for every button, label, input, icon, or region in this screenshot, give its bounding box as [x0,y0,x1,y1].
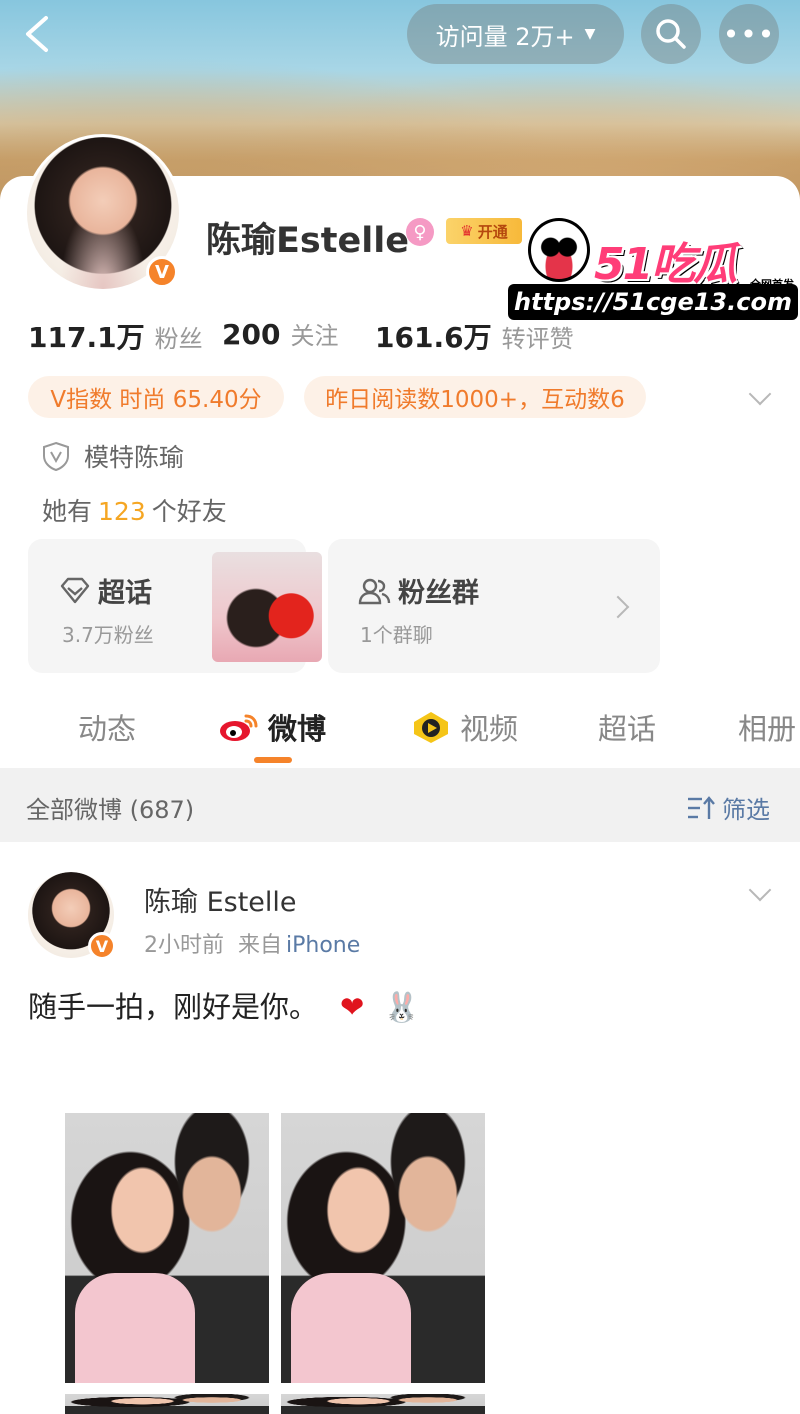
read-stats-pill[interactable]: 昨日阅读数1000+，互动数6 [304,376,646,418]
chevron-right-icon [606,595,630,619]
super-topic-title: 超话 [58,571,152,610]
super-topic-thumbnail [212,552,322,662]
filter-label: 筛选 [722,796,770,824]
stat-label: 关注 [290,322,339,350]
female-icon: ♀ [406,218,434,246]
active-tab-indicator [254,757,292,763]
fan-group-title: 粉丝群 [358,571,479,610]
filter-button[interactable]: 筛选 [686,790,770,825]
visits-label: 访问量 2万+ [435,22,575,51]
all-weibo-label[interactable]: 全部微博 (687) [26,790,194,825]
post-photo-4[interactable] [281,1394,485,1414]
verified-badge-icon: V [146,256,178,288]
filter-icon [688,795,715,819]
stat-followers[interactable]: 117.1万 粉丝 [28,316,203,356]
friends-suffix: 个好友 [151,497,227,526]
super-topic-tile[interactable]: 超话 3.7万粉丝 [28,539,322,673]
stat-number: 117.1万 [28,321,145,354]
v-index-pill[interactable]: V指数 时尚 65.40分 [28,376,284,418]
stat-label: 粉丝 [154,325,203,353]
fan-group-sub: 1个群聊 [360,623,433,647]
tab-super-topic[interactable]: 超话 [598,706,656,748]
group-icon [358,578,391,604]
tab-video[interactable]: 视频 [410,706,518,748]
stat-following[interactable]: 200 关注 [222,316,338,351]
back-button[interactable] [18,12,58,56]
watermark: 51吃瓜 全网首发 https://51cge13.com [506,218,798,324]
crown-icon: ♛ [460,222,474,240]
post-text-content: 随手一拍，刚好是你。 [28,990,319,1024]
certification-text: 模特陈瑜 [84,443,185,472]
profile-name: 陈瑜Estelle [206,221,409,261]
search-button[interactable] [641,4,701,64]
tab-album[interactable]: 相册 [738,706,796,748]
super-topic-sub: 3.7万粉丝 [62,623,154,647]
post-photo-2[interactable] [281,1113,485,1383]
video-logo-icon [414,712,448,743]
watermark-url: https://51cge13.com [508,284,798,320]
rabbit-icon: 🐰 [383,990,420,1024]
post-photo-3[interactable] [65,1394,269,1414]
search-icon [656,19,686,49]
tab-weibo[interactable]: 微博 [218,706,326,748]
diamond-icon [60,577,90,603]
caret-down-icon: ▼ [584,26,596,42]
stat-number: 200 [222,318,281,351]
stat-interactions[interactable]: 161.6万 转评赞 [375,316,574,356]
vip-open-label: 开通 [477,222,508,241]
heart-icon: ❤ [340,990,365,1024]
post-photo-1[interactable] [65,1113,269,1383]
stat-label: 转评赞 [501,325,574,353]
visits-button[interactable]: 访问量 2万+ ▼ [407,4,624,64]
certification-row: 模特陈瑜 [42,438,184,474]
more-button[interactable]: ••• [719,4,779,64]
feed-header: 全部微博 (687) 筛选 [0,768,800,842]
more-icon: ••• [722,17,776,51]
post-author[interactable]: 陈瑜 Estelle [144,880,297,919]
tab-dynamic[interactable]: 动态 [78,706,136,748]
fan-group-tile[interactable]: 粉丝群 1个群聊 [328,539,660,673]
photo-detail [75,1273,195,1383]
panda-logo-icon [528,218,590,282]
post-verified-badge-icon: V [88,932,116,960]
post-time: 2小时前 [144,933,224,958]
post-text: 随手一拍，刚好是你。 ❤ 🐰 [28,984,420,1026]
friends-row[interactable]: 她有 123 个好友 [42,492,227,528]
weibo-logo-icon [220,714,258,741]
post-source-prefix: 来自 [238,933,283,958]
chevron-left-icon [26,16,48,52]
friends-prefix: 她有 [42,497,93,526]
post-source: iPhone [286,933,361,958]
friends-count: 123 [98,497,146,526]
photo-scene [281,1394,485,1414]
photo-detail [291,1273,411,1383]
stat-number: 161.6万 [375,321,492,354]
watermark-logo: 51吃瓜 [594,239,737,290]
photo-scene [65,1394,269,1414]
post-meta: 2小时前 来自 iPhone [144,927,360,959]
shield-v-icon [43,441,69,471]
